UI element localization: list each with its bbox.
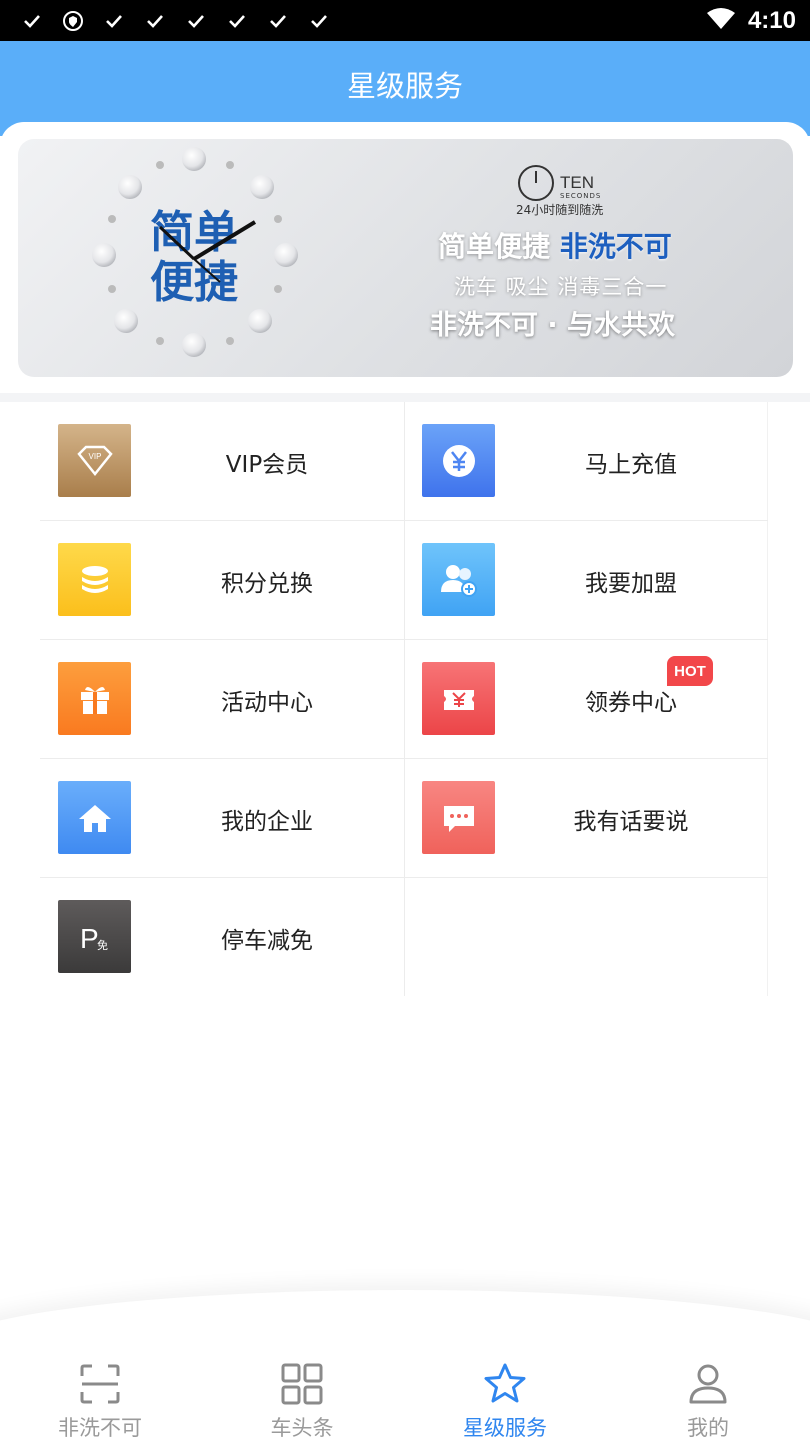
- service-vip[interactable]: VIP VIP会员: [40, 402, 404, 521]
- star-icon: [484, 1363, 526, 1403]
- service-label: VIP会员: [225, 452, 309, 478]
- service-label: 我有话要说: [573, 809, 689, 835]
- brand-sub: SECONDS: [560, 192, 602, 200]
- check-icon: [102, 9, 126, 33]
- service-points[interactable]: 积分兑换: [40, 521, 404, 640]
- app-screen: 4:10 星级服务 简单 便捷 TEN SECONDS 24小时随到随洗 简单便…: [0, 0, 810, 1440]
- banner-headline: 简单便捷 非洗不可: [438, 225, 672, 265]
- clock-text-line1: 简单: [150, 207, 238, 258]
- check-icon: [20, 9, 44, 33]
- service-label: 领券中心: [585, 690, 677, 716]
- banner-subline: 洗车 吸尘 消毒三合一: [454, 275, 668, 299]
- service-join[interactable]: 我要加盟: [404, 521, 768, 640]
- chat-bubble-icon: [422, 781, 495, 854]
- brand-logo: TEN SECONDS 24小时随到随洗: [516, 163, 636, 217]
- clock-text-line2: 便捷: [150, 257, 238, 308]
- service-label: 马上充值: [585, 452, 677, 478]
- service-activity[interactable]: 活动中心: [40, 640, 404, 759]
- brand-name: TEN: [560, 173, 594, 192]
- svg-text:VIP: VIP: [88, 452, 101, 461]
- section-divider: [0, 393, 810, 402]
- svg-text:P: P: [80, 923, 99, 954]
- banner-headline-b: 非洗不可: [559, 230, 672, 263]
- clock-illustration: 简单 便捷: [92, 147, 298, 357]
- check-icon: [307, 9, 331, 33]
- bottom-nav: 非洗不可 车头条 星级服务 我的: [0, 1350, 810, 1440]
- banner-slogan: 非洗不可 · 与水共欢: [430, 310, 676, 341]
- nav-label: 我的: [687, 1416, 729, 1440]
- service-label: 停车减免: [221, 928, 313, 954]
- service-label: 我要加盟: [585, 571, 677, 597]
- svg-text:免: 免: [97, 938, 108, 952]
- check-icon: [184, 9, 208, 33]
- service-label: 活动中心: [221, 690, 313, 716]
- service-feedback[interactable]: 我有话要说: [404, 759, 768, 878]
- nav-label: 车头条: [270, 1416, 334, 1440]
- nav-item-feixibuke[interactable]: 非洗不可: [0, 1350, 200, 1440]
- grid-icon: [281, 1363, 323, 1405]
- yuan-coin-icon: [422, 424, 495, 497]
- brand-tagline: 24小时随到随洗: [516, 203, 604, 217]
- wifi-icon: [706, 7, 736, 35]
- nav-item-chetoutiao[interactable]: 车头条: [202, 1350, 402, 1440]
- gift-icon: [58, 662, 131, 735]
- status-bar: 4:10: [0, 0, 810, 41]
- person-icon: [689, 1364, 727, 1404]
- check-icon: [225, 9, 249, 33]
- page-title: 星级服务: [346, 69, 463, 103]
- check-icon: [143, 9, 167, 33]
- hot-badge: HOT: [667, 656, 713, 686]
- vip-diamond-icon: VIP: [58, 424, 131, 497]
- coin-stack-icon: [58, 543, 131, 616]
- status-time: 4:10: [747, 6, 796, 34]
- home-icon: [58, 781, 131, 854]
- service-parking[interactable]: P免 停车减免: [40, 878, 404, 997]
- nav-item-xingjifuwu[interactable]: 星级服务: [405, 1350, 605, 1440]
- scan-icon: [80, 1364, 120, 1404]
- nav-label: 非洗不可: [58, 1416, 142, 1440]
- add-user-icon: [422, 543, 495, 616]
- coupon-icon: [422, 662, 495, 735]
- parking-icon: P免: [58, 900, 131, 973]
- banner-headline-a: 简单便捷: [438, 230, 551, 263]
- stopwatch-icon: [518, 165, 554, 201]
- notification-icons: [20, 8, 348, 34]
- service-label: 我的企业: [221, 809, 313, 835]
- check-icon: [266, 9, 290, 33]
- service-label: 积分兑换: [221, 571, 313, 597]
- nav-label: 星级服务: [463, 1416, 547, 1440]
- shield-icon: [61, 9, 85, 33]
- status-right: 4:10: [706, 0, 796, 41]
- service-enterprise[interactable]: 我的企业: [40, 759, 404, 878]
- service-recharge[interactable]: 马上充值: [404, 402, 768, 521]
- service-coupon[interactable]: 领券中心: [404, 640, 768, 759]
- promo-banner[interactable]: 简单 便捷 TEN SECONDS 24小时随到随洗 简单便捷 非洗不可 洗车 …: [18, 139, 793, 377]
- nav-item-wode[interactable]: 我的: [608, 1350, 808, 1440]
